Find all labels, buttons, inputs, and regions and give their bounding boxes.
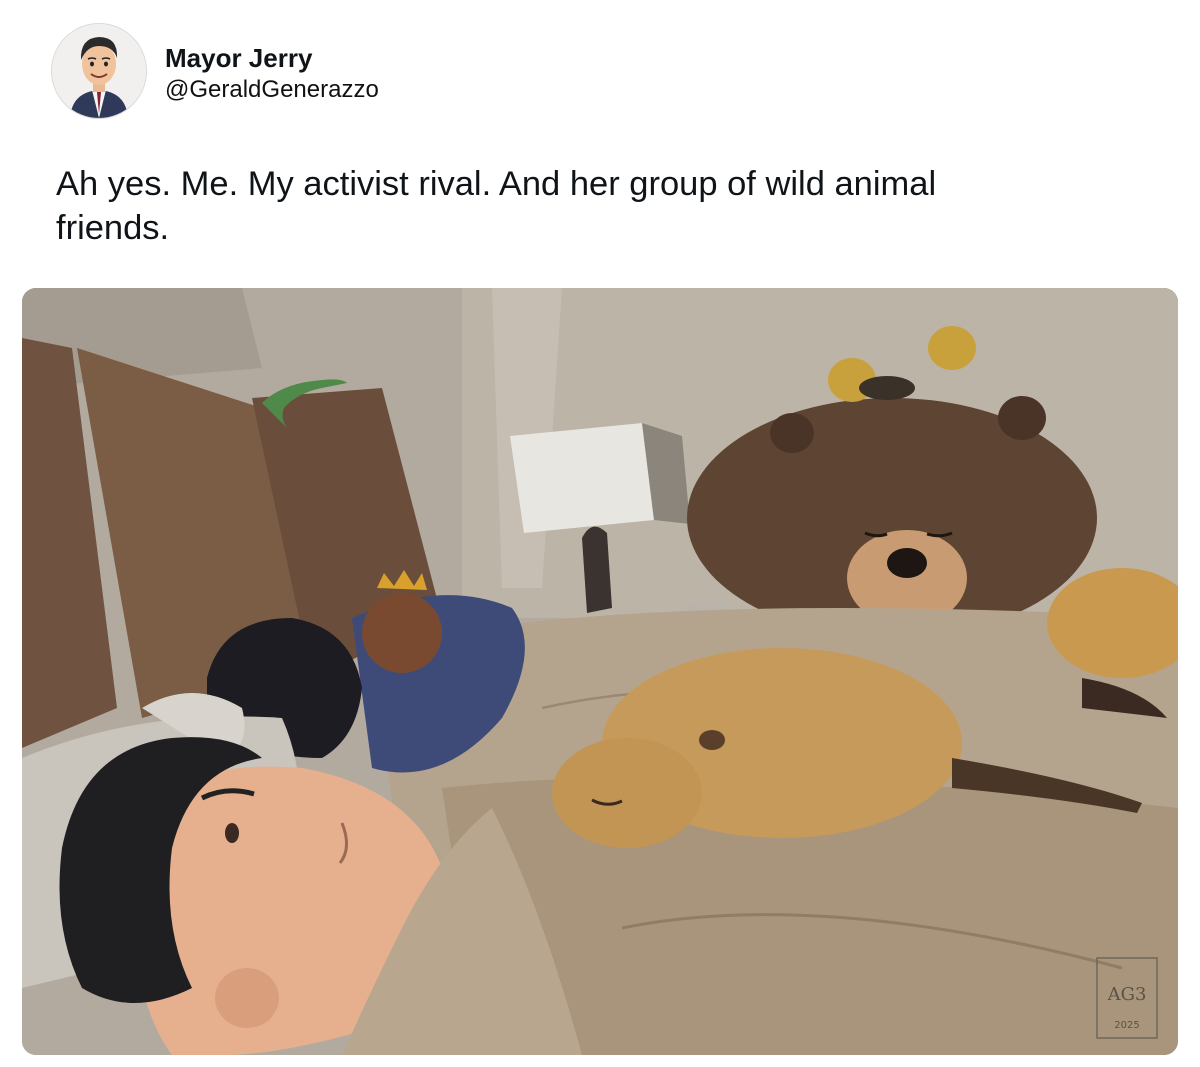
signature-year: 2025 bbox=[1114, 1020, 1139, 1031]
bedroom-illustration: AG3 2025 bbox=[22, 288, 1178, 1055]
author-avatar[interactable] bbox=[52, 24, 146, 118]
author-display-name[interactable]: Mayor Jerry bbox=[165, 43, 379, 73]
cartoon-man-avatar-icon bbox=[52, 24, 146, 118]
tweet-media-image[interactable]: AG3 2025 bbox=[22, 288, 1178, 1055]
signature-mark: AG3 bbox=[1107, 984, 1147, 1005]
tweet-header: Mayor Jerry @GeraldGenerazzo bbox=[52, 24, 652, 124]
author-handle[interactable]: @GeraldGenerazzo bbox=[165, 75, 379, 105]
man-ear bbox=[215, 968, 279, 1028]
tweet-text: Ah yes. Me. My activist rival. And her g… bbox=[56, 165, 937, 247]
beaver-icon bbox=[362, 593, 442, 673]
